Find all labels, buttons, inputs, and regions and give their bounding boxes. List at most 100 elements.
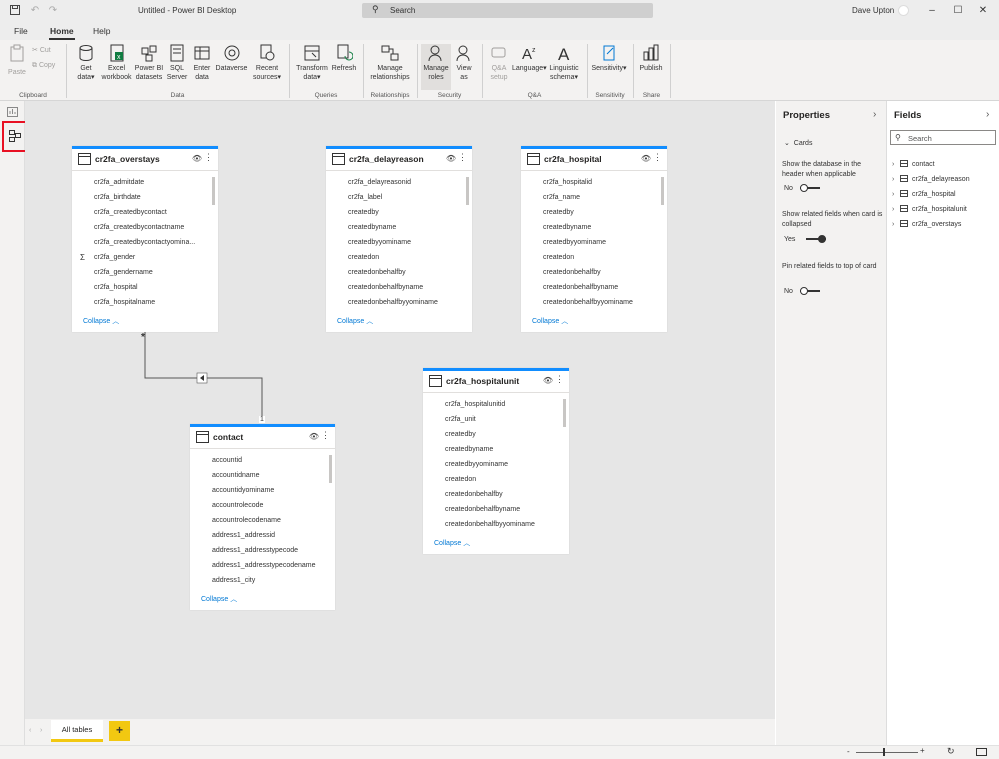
field-row[interactable]: createdonbehalfbyyominame	[423, 517, 569, 532]
more-options-icon[interactable]: ⋮	[458, 152, 467, 163]
visibility-icon[interactable]: 👁	[543, 376, 553, 385]
field-row[interactable]: cr2fa_admitdate	[72, 175, 218, 190]
dataverse-button[interactable]: Dataverse	[214, 44, 249, 73]
model-canvas[interactable]: * 1 cr2fa_overstays 👁 ⋮ cr2fa_admitdate …	[25, 101, 775, 719]
card-header[interactable]: contact 👁 ⋮	[190, 427, 335, 449]
field-table-item[interactable]: › cr2fa_hospitalunit	[892, 204, 967, 216]
more-options-icon[interactable]: ⋮	[204, 152, 213, 163]
manage-relationships-button[interactable]: Manage relationships	[368, 44, 412, 82]
zoom-slider-thumb[interactable]	[883, 748, 885, 756]
collapse-link[interactable]: Collapse ︿	[434, 538, 470, 548]
field-table-item[interactable]: › cr2fa_delayreason	[892, 174, 970, 186]
field-row[interactable]: cr2fa_hospitalname	[72, 295, 218, 310]
field-row[interactable]: createdon	[521, 250, 667, 265]
chevron-right-icon[interactable]: ›	[986, 109, 989, 120]
collapse-link[interactable]: Collapse ︿	[201, 594, 237, 604]
table-card-hospitalunit[interactable]: cr2fa_hospitalunit 👁 ⋮ cr2fa_hospitaluni…	[423, 368, 569, 554]
field-row[interactable]: accountidname	[190, 468, 335, 483]
field-row[interactable]: cr2fa_createdbycontactyomina...	[72, 235, 218, 250]
field-row[interactable]: createdonbehalfbyname	[521, 280, 667, 295]
cards-section-header[interactable]: ⌄ Cards	[784, 139, 812, 149]
tab-file[interactable]: File	[14, 26, 28, 36]
sensitivity-button[interactable]: Sensitivity▾	[590, 44, 628, 73]
language-button[interactable]: Az Language▾	[512, 44, 547, 73]
excel-workbook-button[interactable]: x Excel workbook	[100, 44, 133, 82]
field-row[interactable]: cr2fa_delayreasonid	[326, 175, 472, 190]
visibility-icon[interactable]: 👁	[446, 154, 456, 163]
field-row[interactable]: createdbyname	[521, 220, 667, 235]
manage-roles-button[interactable]: Manage roles	[421, 44, 451, 90]
field-row[interactable]: cr2fa_hospitalid	[521, 175, 667, 190]
user-name[interactable]: Dave Upton	[852, 6, 894, 15]
card-header[interactable]: cr2fa_hospital 👁 ⋮	[521, 149, 667, 171]
field-row[interactable]: address1_addressid	[190, 528, 335, 543]
field-row[interactable]: cr2fa_hospital	[72, 280, 218, 295]
field-table-item[interactable]: › cr2fa_overstays	[892, 219, 961, 231]
field-row[interactable]: createdbyyominame	[326, 235, 472, 250]
tab-help[interactable]: Help	[93, 26, 110, 36]
more-options-icon[interactable]: ⋮	[555, 374, 564, 385]
table-card-hospital[interactable]: cr2fa_hospital 👁 ⋮ cr2fa_hospitalid cr2f…	[521, 146, 667, 332]
visibility-icon[interactable]: 👁	[192, 154, 202, 163]
field-row[interactable]: cr2fa_createdbycontact	[72, 205, 218, 220]
collapse-link[interactable]: Collapse ︿	[83, 316, 119, 326]
close-icon[interactable]: ✕	[976, 4, 990, 18]
field-row[interactable]: createdon	[326, 250, 472, 265]
save-icon[interactable]	[9, 5, 21, 17]
zoom-slider[interactable]	[856, 752, 918, 753]
field-row[interactable]: Σcr2fa_gender	[72, 250, 218, 265]
field-table-item[interactable]: › cr2fa_hospital	[892, 189, 956, 201]
reset-icon[interactable]: ↻	[947, 746, 955, 757]
publish-button[interactable]: Publish	[636, 44, 666, 73]
field-row[interactable]: accountrolecode	[190, 498, 335, 513]
field-row[interactable]: accountidyominame	[190, 483, 335, 498]
field-table-item[interactable]: › contact	[892, 159, 935, 171]
field-row[interactable]: createdby	[326, 205, 472, 220]
field-row[interactable]: cr2fa_hospitalunitid	[423, 397, 569, 412]
more-options-icon[interactable]: ⋮	[321, 430, 330, 441]
chevron-right-icon[interactable]: ›	[873, 109, 876, 120]
field-row[interactable]: cr2fa_name	[521, 190, 667, 205]
refresh-button[interactable]: Refresh	[330, 44, 358, 73]
field-row[interactable]: cr2fa_birthdate	[72, 190, 218, 205]
field-row[interactable]: createdonbehalfby	[423, 487, 569, 502]
zoom-in-icon[interactable]: +	[920, 746, 925, 755]
toggle-show-related[interactable]	[806, 235, 826, 243]
power-bi-datasets-button[interactable]: Power BI datasets	[133, 44, 165, 82]
zoom-out-icon[interactable]: -	[847, 747, 850, 756]
scroll-right-icon[interactable]: ›	[40, 727, 42, 734]
card-header[interactable]: cr2fa_overstays 👁 ⋮	[72, 149, 218, 171]
minimize-icon[interactable]: –	[925, 4, 939, 18]
transform-data-button[interactable]: Transform data▾	[294, 44, 330, 82]
field-row[interactable]: createdbyyominame	[423, 457, 569, 472]
report-view-icon[interactable]	[7, 107, 18, 119]
card-scrollbar[interactable]	[329, 455, 332, 483]
linguistic-schema-button[interactable]: A Linguistic schema▾	[546, 44, 582, 82]
collapse-link[interactable]: Collapse ︿	[532, 316, 568, 326]
tab-home[interactable]: Home	[50, 26, 74, 36]
field-row[interactable]: cr2fa_label	[326, 190, 472, 205]
view-as-button[interactable]: View as	[452, 44, 476, 82]
field-row[interactable]: createdby	[521, 205, 667, 220]
copy-button[interactable]: ⧉ Copy	[32, 61, 55, 70]
card-header[interactable]: cr2fa_hospitalunit 👁 ⋮	[423, 371, 569, 393]
field-row[interactable]: createdby	[423, 427, 569, 442]
undo-icon[interactable]: ↶	[29, 5, 41, 17]
search-box[interactable]: ⚲ Search	[362, 3, 653, 18]
toggle-pin-related[interactable]	[800, 287, 820, 295]
field-row[interactable]: cr2fa_unit	[423, 412, 569, 427]
paste-button[interactable]: Paste	[6, 44, 28, 76]
recent-sources-button[interactable]: Recent sources▾	[250, 44, 284, 82]
card-header[interactable]: cr2fa_delayreason 👁 ⋮	[326, 149, 472, 171]
table-card-contact[interactable]: contact 👁 ⋮ accountid accountidname acco…	[190, 424, 335, 610]
field-row[interactable]: cr2fa_createdbycontactname	[72, 220, 218, 235]
field-row[interactable]: createdonbehalfby	[521, 265, 667, 280]
add-layout-button[interactable]: +	[109, 721, 130, 741]
fields-search-input[interactable]: ⚲ Search	[890, 130, 996, 145]
field-row[interactable]: accountrolecodename	[190, 513, 335, 528]
qa-setup-button[interactable]: Q&A setup	[486, 44, 512, 82]
sql-server-button[interactable]: SQL Server	[165, 44, 189, 82]
get-data-button[interactable]: Get data▾	[72, 44, 100, 82]
toggle-show-database[interactable]	[800, 184, 820, 192]
field-row[interactable]: createdbyname	[326, 220, 472, 235]
